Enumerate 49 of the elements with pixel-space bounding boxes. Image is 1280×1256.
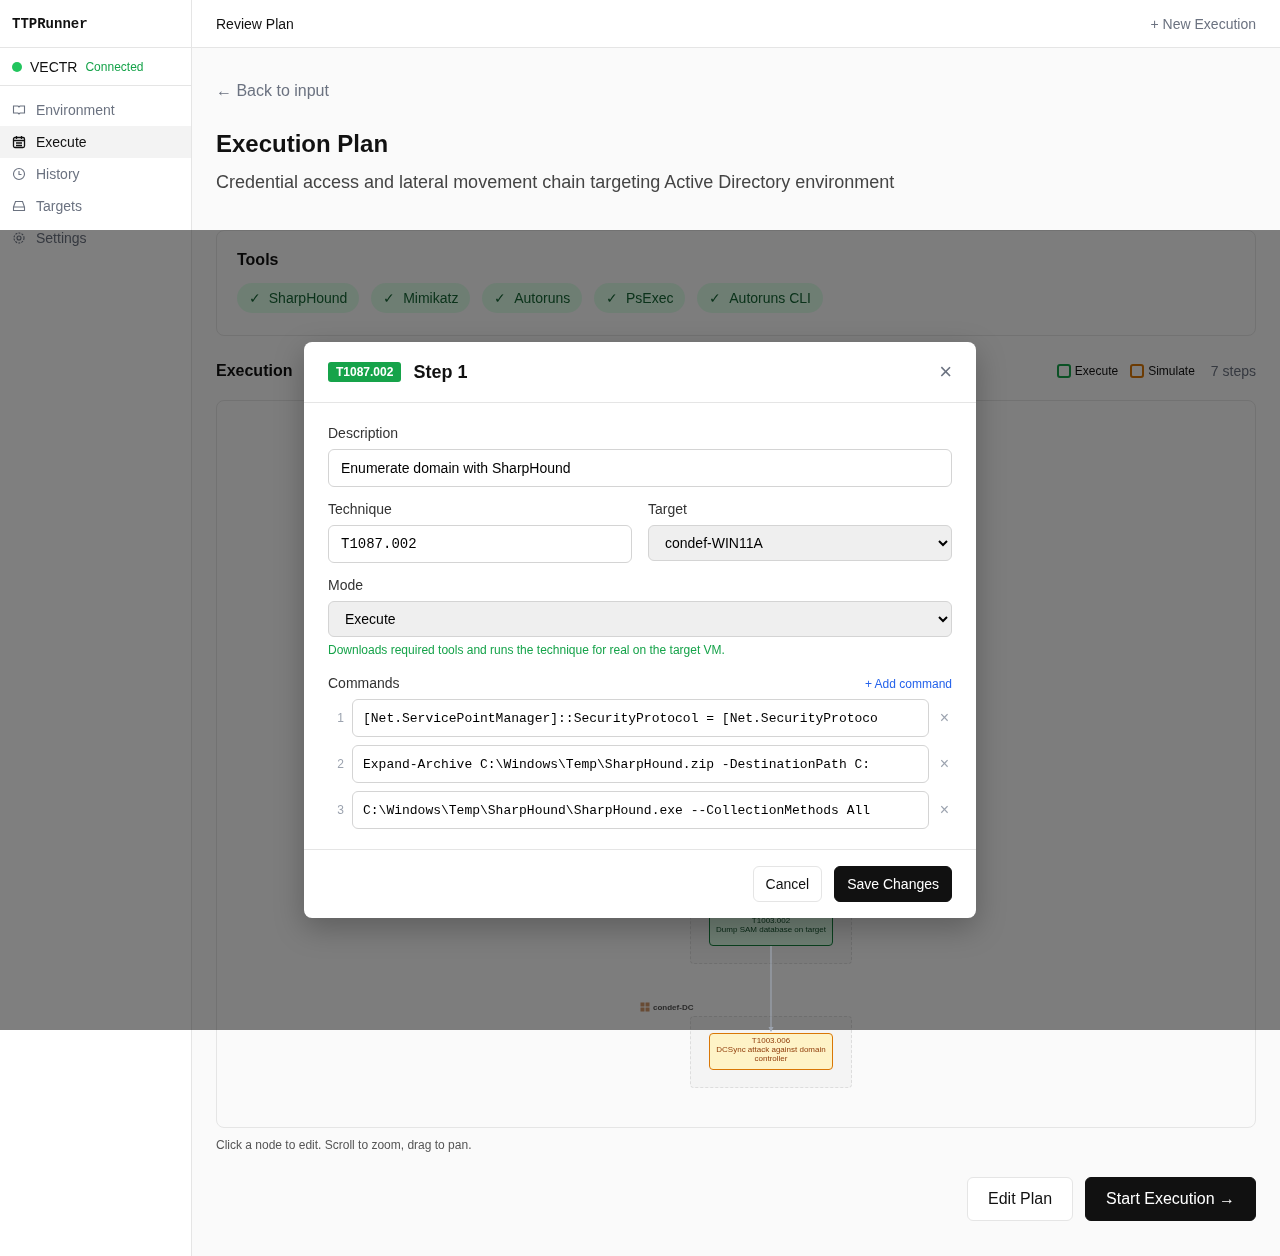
nav-item[interactable]: Execute (0, 126, 191, 158)
tool-chip: ✓ PsExec (594, 283, 686, 313)
command-field[interactable]: [Net.ServicePointManager]::SecurityProtocol = [Net.SecurityProtoco (352, 699, 929, 737)
legend-label: Simulate (1148, 364, 1195, 378)
legend-label: Execute (1074, 364, 1119, 378)
command-field[interactable]: Expand-Archive C:\Windows\Temp\SharpHound.zip -DestinationPath C: (352, 745, 929, 783)
plan-title: Execution Plan (216, 130, 390, 158)
nav-item[interactable]: Environment (0, 94, 191, 126)
step-count: 7 steps (1210, 363, 1256, 379)
technique-field[interactable]: T1087.002 (328, 525, 632, 563)
line-number: 3 (336, 803, 344, 817)
tool-chip: ✓ Autoruns CLI (697, 283, 823, 313)
description-field[interactable]: Enumerate domain with SharpHound (328, 449, 952, 487)
graph-node[interactable]: T1003.006 DCSync attack against domain controller (709, 1033, 833, 1070)
add-command-link[interactable]: + Add command (864, 677, 952, 691)
field-label: Technique (328, 501, 393, 517)
tool-chip: ✓ Mimikatz (371, 283, 471, 313)
section-title: Tools (237, 251, 280, 269)
dialog-title: Step 1 (413, 361, 469, 383)
command-field[interactable]: C:\Windows\Temp\SharpHound\SharpHound.exe --CollectionMethods All (352, 791, 929, 829)
connection-status: Connected (85, 59, 144, 74)
section-title: Execution (216, 362, 293, 380)
edit-plan-button[interactable]: Edit Plan (967, 1177, 1074, 1221)
connection-name: VECTR (30, 58, 78, 75)
save-button[interactable]: Save Changes (834, 866, 952, 902)
plan-subtitle: Credential access and lateral movement chain targeting Active Directory environment (216, 172, 896, 193)
mode-select[interactable]: Execute (328, 601, 952, 637)
page-title: Review Plan (216, 15, 294, 32)
start-execution-button[interactable]: Start Execution → (1085, 1177, 1256, 1221)
cancel-button[interactable]: Cancel (752, 866, 823, 902)
group-label: condef-DC (640, 1002, 694, 1012)
field-label: Mode (328, 577, 365, 593)
back-link[interactable]: ← Back to input (216, 82, 329, 100)
field-label: Description (328, 425, 400, 441)
graph-caption: Click a node to edit. Scroll to zoom, drag to pan. (216, 1138, 473, 1152)
field-label: Target (648, 501, 688, 517)
technique-badge: T1087.002 (328, 362, 402, 382)
new-execution-link[interactable]: + New Execution (1150, 15, 1256, 32)
tool-chip: ✓ SharpHound (237, 283, 360, 313)
target-select[interactable]: condef-WIN11A (648, 525, 952, 561)
mode-hint: Downloads required tools and runs the technique for real on the target VM. (328, 643, 726, 657)
nav-item[interactable]: History (0, 158, 191, 190)
field-label: Commands (328, 675, 400, 691)
tool-chip: ✓ Autoruns (482, 283, 583, 313)
line-number: 1 (336, 711, 344, 725)
close-button[interactable]: × (939, 359, 952, 385)
nav-item[interactable]: Targets (0, 190, 191, 222)
line-number: 2 (336, 757, 344, 771)
app-name: TTPRunner (12, 15, 88, 32)
